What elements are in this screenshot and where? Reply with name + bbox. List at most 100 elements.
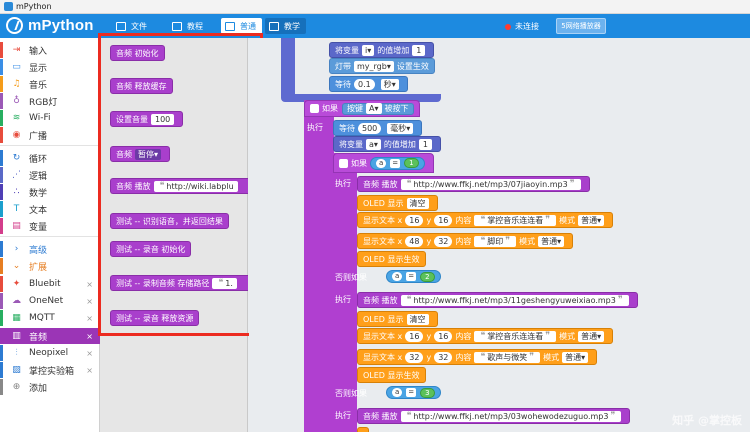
tab-tutorial[interactable]: 教程 xyxy=(168,18,209,34)
sidebar-item-13[interactable]: ✦ Bluebit × xyxy=(0,276,100,292)
block-wait-top[interactable]: 等待 0.1 秒 ▾ xyxy=(329,76,408,92)
tab-file[interactable]: 文件 xyxy=(112,18,153,34)
block-text-3[interactable]: 显示文本 x 16 y 16 内容 ❝ 掌控音乐连连看 ❞ 模式 普通 ▾ xyxy=(357,328,614,344)
condition-a-eq-3: a = 3 xyxy=(386,386,441,399)
category-color-bar xyxy=(0,276,3,292)
category-color-bar xyxy=(0,362,3,378)
sidebar-item-7[interactable]: ⋰ 逻辑 xyxy=(0,167,100,183)
category-color-bar xyxy=(0,59,3,75)
tab-normal[interactable]: 普通 xyxy=(221,18,262,34)
category-color-bar xyxy=(0,310,3,326)
category-color-bar xyxy=(0,379,3,395)
category-color-bar xyxy=(0,328,3,344)
network-player-button[interactable]: 5网络播放器 xyxy=(556,18,606,34)
sidebar-item-label: 数学 xyxy=(29,188,48,199)
sidebar-item-11[interactable]: › 高级 xyxy=(0,241,100,257)
book-icon xyxy=(172,21,182,31)
sidebar-item-label: 音频 xyxy=(29,332,48,343)
block-oled-clear-1[interactable]: OLED 显示 清空 xyxy=(357,195,438,211)
sidebar-item-8[interactable]: ∴ 数学 xyxy=(0,184,100,200)
sidebar-item-9[interactable]: T 文本 xyxy=(0,201,100,217)
sidebar-item-16[interactable]: ▥ 音频 × xyxy=(0,328,100,344)
title-bar: mPython xyxy=(0,0,750,14)
category-icon: ∴ xyxy=(13,187,20,197)
close-icon[interactable]: × xyxy=(86,280,93,289)
connection-status: 未连接 xyxy=(505,21,539,32)
tab-teaching[interactable]: 教学 xyxy=(265,18,306,34)
category-icon: ⫶ xyxy=(15,348,18,358)
category-icon: ▥ xyxy=(12,331,21,341)
sidebar-item-17[interactable]: ⫶ Neopixel × xyxy=(0,345,100,361)
block-play-1[interactable]: 音频 播放 ❝ http://www.ffkj.net/mp3/07jiaoyin.… xyxy=(357,176,590,192)
close-icon[interactable]: × xyxy=(86,349,93,358)
divider xyxy=(0,236,100,237)
category-color-bar xyxy=(0,258,3,274)
block-text-2[interactable]: 显示文本 x 48 y 32 内容 ❝ 脚印 ❞ 模式 普通 ▾ xyxy=(357,233,574,249)
sidebar-item-18[interactable]: ▨ 掌控实验箱 × xyxy=(0,362,100,378)
category-icon: ▤ xyxy=(12,221,21,231)
block-text-4[interactable]: 显示文本 x 32 y 32 内容 ❝ 歌声与微笑 ❞ 模式 普通 ▾ xyxy=(357,349,598,365)
block-play-3[interactable]: 音频 播放 ❝ http://www.ffkj.net/mp3/03wohewode… xyxy=(357,408,631,424)
category-icon: ▨ xyxy=(12,365,21,375)
block-var-inc-i[interactable]: 将变量 i ▾ 的值增加 1 xyxy=(329,42,435,58)
sidebar-item-label: Wi-Fi xyxy=(29,113,51,123)
sidebar-item-12[interactable]: ⌄ 扩展 xyxy=(0,258,100,274)
sidebar-item-0[interactable]: ⇥ 输入 xyxy=(0,42,100,58)
sidebar-item-14[interactable]: ☁ OneNet × xyxy=(0,293,100,309)
block-play-2[interactable]: 音频 播放 ❝ http://www.ffkj.net/mp3/11geshengy… xyxy=(357,292,638,308)
sidebar-item-2[interactable]: ♫ 音乐 xyxy=(0,76,100,92)
sidebar-item-4[interactable]: ≋ Wi-Fi xyxy=(0,110,100,126)
sidebar-item-10[interactable]: ▤ 变量 xyxy=(0,218,100,234)
category-icon: ▦ xyxy=(12,313,21,323)
sidebar-item-5[interactable]: ◉ 广播 xyxy=(0,127,100,143)
sidebar-item-label: MQTT xyxy=(29,313,55,323)
settings-icon xyxy=(310,104,319,113)
category-icon: ▭ xyxy=(12,62,21,72)
block-text-1[interactable]: 显示文本 x 16 y 16 内容 ❝ 掌控音乐连连看 ❞ 模式 普通 ▾ xyxy=(357,212,614,228)
category-icon: ✦ xyxy=(12,279,21,289)
block-rgb-apply[interactable]: 灯带 my_rgb ▾ 设置生效 xyxy=(329,58,435,74)
highlight-box xyxy=(98,33,263,336)
block-wait-500[interactable]: 等待 500 毫秒 ▾ xyxy=(333,120,423,136)
window-title: mPython xyxy=(16,2,52,11)
event-if-button[interactable]: 如果 按键 A ▾ 被按下 xyxy=(304,100,420,117)
category-color-bar xyxy=(0,218,3,234)
category-icon: ↻ xyxy=(12,153,21,163)
sidebar-item-label: 变量 xyxy=(29,222,48,233)
block-oled-show-1[interactable]: OLED 显示生效 xyxy=(357,251,426,267)
event-spine xyxy=(304,100,334,432)
sidebar-item-19[interactable]: ⊕ 添加 xyxy=(0,379,100,395)
block-if-a1[interactable]: 如果 a = 1 xyxy=(333,153,434,173)
category-color-bar xyxy=(0,241,3,257)
category-sidebar: ⇥ 输入 ▭ 显示 ♫ 音乐 ♁ RGB灯 ≋ Wi-Fi ◉ 广播 ↻ 循环 ⋰ 逻辑 ∴ 数学 T 文本 ▤ 变量 › 高… xyxy=(0,38,100,432)
category-icon: ⊕ xyxy=(12,382,21,392)
category-color-bar xyxy=(0,167,3,183)
sidebar-item-label: 高级 xyxy=(29,245,48,256)
workspace[interactable]: 将变量 i ▾ 的值增加 1 灯带 my_rgb ▾ 设置生效 等待 0.1 秒 ▾ 如果 按键 A ▾ 被… xyxy=(249,38,750,432)
status-dot-icon xyxy=(505,23,511,30)
block-var-inc-a[interactable]: 将变量 a ▾ 的值增加 1 xyxy=(333,136,442,152)
elif-2-do-label: 执行 xyxy=(335,295,351,304)
sidebar-item-15[interactable]: ▦ MQTT × xyxy=(0,310,100,326)
close-icon[interactable]: × xyxy=(86,314,93,323)
close-icon[interactable]: × xyxy=(86,366,93,375)
close-icon[interactable]: × xyxy=(86,332,93,341)
sidebar-item-label: 文本 xyxy=(29,205,48,216)
block-partial[interactable] xyxy=(357,427,369,432)
elif-3-label: 否则如果 xyxy=(335,389,367,398)
sidebar-item-3[interactable]: ♁ RGB灯 xyxy=(0,93,100,109)
sidebar-item-1[interactable]: ▭ 显示 xyxy=(0,59,100,75)
watermark: 知乎 @掌控板 xyxy=(672,414,742,427)
category-icon: T xyxy=(13,204,20,214)
app-icon xyxy=(4,2,13,11)
block-oled-show-2[interactable]: OLED 显示生效 xyxy=(357,367,426,383)
block-oled-clear-2[interactable]: OLED 显示 清空 xyxy=(357,311,438,327)
category-icon: ⋰ xyxy=(12,170,21,180)
sidebar-item-label: OneNet xyxy=(29,296,64,306)
close-icon[interactable]: × xyxy=(86,297,93,306)
category-color-bar xyxy=(0,93,3,109)
sidebar-item-6[interactable]: ↻ 循环 xyxy=(0,150,100,166)
sidebar-item-label: 添加 xyxy=(29,383,48,394)
sidebar-item-label: 扩展 xyxy=(29,262,48,273)
category-icon: ⇥ xyxy=(12,45,21,55)
